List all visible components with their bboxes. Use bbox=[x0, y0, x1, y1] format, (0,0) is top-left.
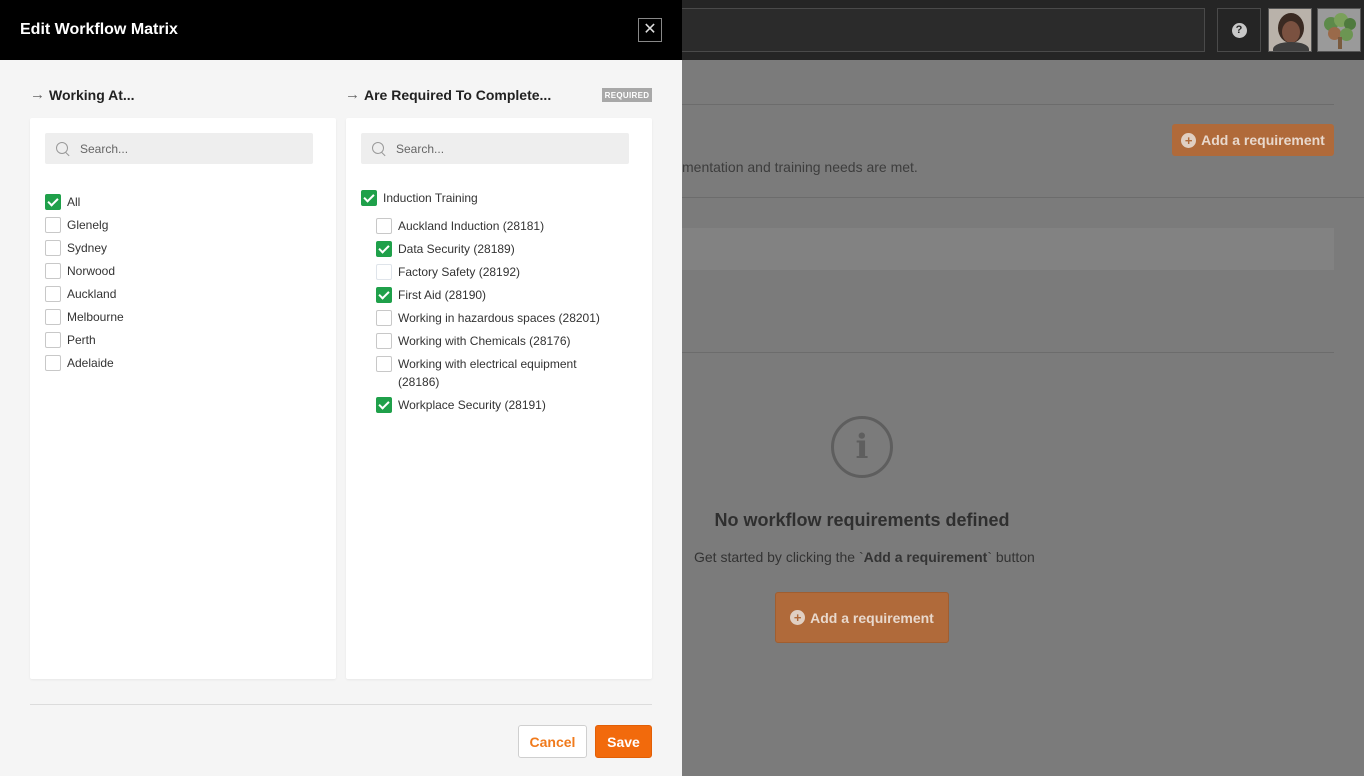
required-search-input[interactable] bbox=[396, 141, 616, 156]
item-label: All bbox=[67, 195, 81, 209]
training-option[interactable]: Working in hazardous spaces (28201) bbox=[376, 309, 600, 327]
add-requirement-button-top[interactable]: + Add a requirement bbox=[1172, 124, 1334, 156]
location-option[interactable]: Adelaide bbox=[45, 354, 114, 372]
global-search-field[interactable] bbox=[672, 8, 1205, 52]
checkbox-unchecked-icon[interactable] bbox=[45, 332, 61, 348]
item-label: Norwood bbox=[67, 264, 116, 278]
training-option[interactable]: Data Security (28189) bbox=[376, 240, 515, 258]
item-label: Glenelg bbox=[67, 218, 109, 232]
location-option[interactable]: Norwood bbox=[45, 262, 115, 280]
item-label: Auckland bbox=[67, 287, 117, 301]
training-option[interactable]: Auckland Induction (28181) bbox=[376, 217, 544, 235]
item-label: Factory Safety (28192) bbox=[398, 265, 521, 279]
add-requirement-button-main[interactable]: + Add a requirement bbox=[775, 592, 949, 643]
checkbox-unchecked-icon[interactable] bbox=[45, 217, 61, 233]
location-option[interactable]: Auckland bbox=[45, 285, 116, 303]
item-label: Working with electrical equipment (28186) bbox=[398, 357, 577, 389]
item-label: First Aid (28190) bbox=[398, 288, 487, 302]
close-button[interactable]: ✕ bbox=[638, 18, 662, 42]
working-at-heading: → Working At... bbox=[30, 86, 135, 103]
checkbox-unchecked-icon[interactable] bbox=[45, 263, 61, 279]
divider bbox=[682, 197, 1364, 198]
checkbox-checked-icon[interactable] bbox=[376, 287, 392, 303]
footer-divider bbox=[30, 704, 652, 705]
training-option[interactable]: Working with Chemicals (28176) bbox=[376, 332, 571, 350]
location-option[interactable]: Melbourne bbox=[45, 308, 124, 326]
location-option[interactable]: All bbox=[45, 193, 80, 211]
checkbox-checked-icon[interactable] bbox=[361, 190, 377, 206]
item-label: Auckland Induction (28181) bbox=[398, 219, 545, 233]
add-requirement-label: Add a requirement bbox=[1201, 132, 1325, 148]
item-label: Induction Training bbox=[383, 191, 478, 205]
checkbox-unchecked-icon[interactable] bbox=[376, 310, 392, 326]
item-label: Melbourne bbox=[67, 310, 124, 324]
checkbox-unchecked-icon[interactable] bbox=[45, 286, 61, 302]
training-option[interactable]: Factory Safety (28192) bbox=[376, 263, 520, 281]
modal-header: Edit Workflow Matrix ✕ bbox=[0, 0, 682, 60]
checkbox-unchecked-icon[interactable] bbox=[376, 356, 392, 372]
plus-circle-icon: + bbox=[1181, 132, 1197, 148]
divider bbox=[682, 104, 1334, 105]
modal-title: Edit Workflow Matrix bbox=[20, 21, 178, 38]
help-button[interactable]: ? bbox=[1217, 8, 1261, 52]
checkbox-checked-icon[interactable] bbox=[376, 241, 392, 257]
empty-state-subtitle: Get started by clicking the `Add a requi… bbox=[694, 549, 1035, 565]
training-option[interactable]: First Aid (28190) bbox=[376, 286, 486, 304]
search-icon bbox=[55, 141, 71, 157]
search-icon bbox=[371, 141, 387, 157]
divider bbox=[682, 352, 1334, 353]
item-label: Perth bbox=[67, 333, 96, 347]
save-button[interactable]: Save bbox=[595, 725, 652, 758]
training-option[interactable]: Workplace Security (28191) bbox=[376, 396, 546, 414]
info-icon: i bbox=[831, 416, 893, 478]
plus-circle-icon: + bbox=[790, 610, 806, 625]
arrow-right-icon: → bbox=[345, 86, 360, 103]
checkbox-unchecked-icon[interactable] bbox=[45, 309, 61, 325]
user-avatar[interactable] bbox=[1268, 8, 1312, 52]
page-description: mentation and training needs are met. bbox=[682, 159, 918, 175]
item-label: Adelaide bbox=[67, 356, 114, 370]
training-group-option[interactable]: Induction Training bbox=[361, 189, 478, 207]
empty-state-title: No workflow requirements defined bbox=[714, 510, 1010, 530]
arrow-right-icon: → bbox=[30, 86, 45, 103]
item-label: Sydney bbox=[67, 241, 108, 255]
working-at-search[interactable] bbox=[45, 133, 313, 164]
item-label: Working in hazardous spaces (28201) bbox=[398, 311, 600, 325]
checkbox-checked-icon[interactable] bbox=[376, 397, 392, 413]
checkbox-unchecked-icon[interactable] bbox=[45, 355, 61, 371]
checkbox-unchecked-icon[interactable] bbox=[376, 264, 392, 280]
organization-logo[interactable] bbox=[1317, 8, 1361, 52]
filter-bar bbox=[682, 228, 1334, 270]
help-icon: ? bbox=[1231, 22, 1247, 38]
working-at-panel: All Glenelg Sydney Norwood Auckland Melbourne… bbox=[30, 118, 336, 679]
add-requirement-label: Add a requirement bbox=[810, 609, 934, 626]
location-option[interactable]: Perth bbox=[45, 331, 96, 349]
required-badge: REQUIRED bbox=[602, 88, 652, 102]
working-at-search-input[interactable] bbox=[80, 141, 300, 156]
close-icon: ✕ bbox=[643, 21, 657, 38]
required-to-complete-heading: → Are Required To Complete... bbox=[345, 86, 552, 103]
required-to-complete-panel: Induction Training Auckland Induction (28… bbox=[346, 118, 652, 679]
location-option[interactable]: Sydney bbox=[45, 239, 107, 257]
checkbox-unchecked-icon[interactable] bbox=[376, 333, 392, 349]
checkbox-unchecked-icon[interactable] bbox=[376, 218, 392, 234]
required-search[interactable] bbox=[361, 133, 629, 164]
training-option[interactable]: Working with electrical equipment (28186) bbox=[376, 355, 577, 391]
item-label: Workplace Security (28191) bbox=[398, 398, 546, 412]
edit-workflow-matrix-modal: Edit Workflow Matrix ✕ → Working At... →… bbox=[0, 0, 682, 776]
item-label: Working with Chemicals (28176) bbox=[398, 334, 571, 348]
checkbox-unchecked-icon[interactable] bbox=[45, 240, 61, 256]
cancel-button[interactable]: Cancel bbox=[518, 725, 587, 758]
item-label: Data Security (28189) bbox=[398, 242, 515, 256]
workflow-page: + Add a requirement mentation and traini… bbox=[682, 60, 1364, 776]
location-option[interactable]: Glenelg bbox=[45, 216, 108, 234]
checkbox-checked-icon[interactable] bbox=[45, 194, 61, 210]
